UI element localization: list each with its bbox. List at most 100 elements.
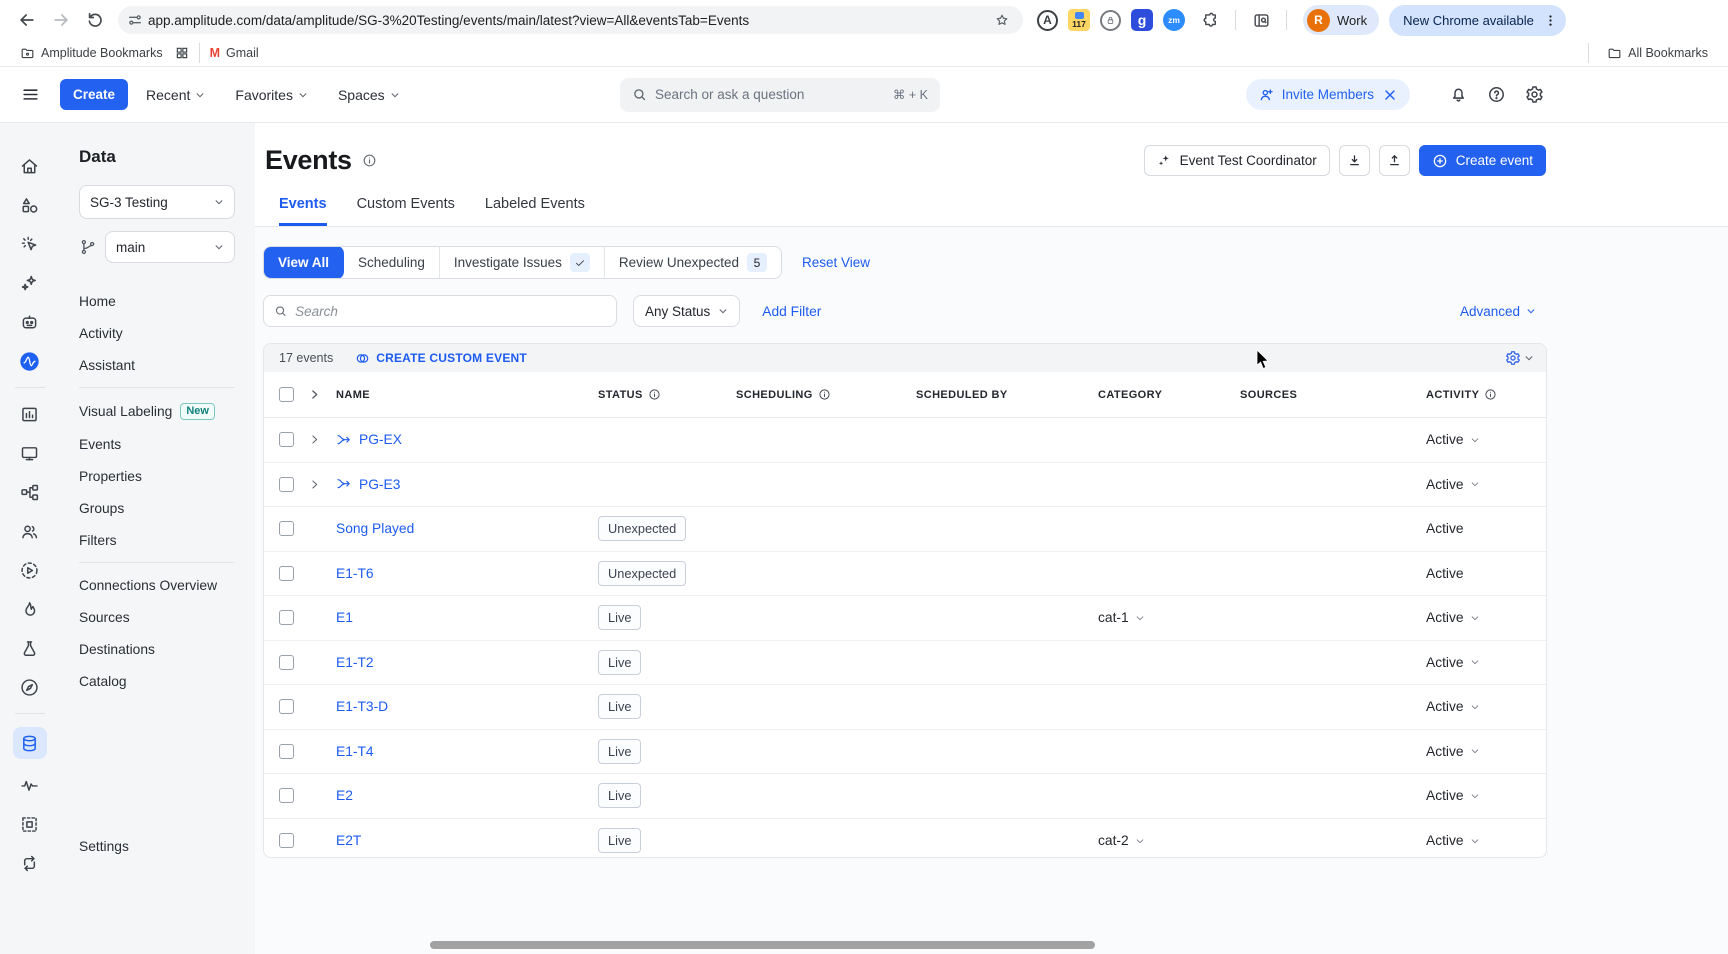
column-header-status[interactable]: STATUS — [598, 388, 736, 401]
sidebar-item-filters[interactable]: Filters — [79, 524, 255, 556]
flask-icon[interactable] — [13, 635, 47, 661]
view-segment-view-all[interactable]: View All — [263, 246, 345, 279]
tab-search-icon[interactable] — [1250, 9, 1272, 31]
sparkles-icon[interactable] — [13, 270, 47, 296]
chart-bars-icon[interactable] — [13, 401, 47, 427]
row-checkbox[interactable] — [279, 432, 294, 447]
status-filter-select[interactable]: Any Status — [633, 295, 740, 327]
bookmark-gmail[interactable]: M Gmail — [204, 44, 265, 62]
activity-cell[interactable]: Active — [1426, 788, 1546, 803]
horizontal-scrollbar-thumb[interactable] — [430, 941, 1095, 949]
event-name-link[interactable]: E1-T2 — [336, 655, 374, 670]
amplitude-logo-icon[interactable] — [13, 348, 47, 374]
event-test-coordinator-button[interactable]: Event Test Coordinator — [1144, 145, 1330, 176]
expand-row-icon[interactable] — [308, 478, 336, 491]
sidebar-item-settings[interactable]: Settings — [79, 839, 129, 854]
close-icon[interactable] — [1382, 87, 1398, 103]
hamburger-menu-icon[interactable] — [16, 81, 44, 109]
row-checkbox[interactable] — [279, 699, 294, 714]
expand-row-icon[interactable] — [308, 433, 336, 446]
column-header-sources[interactable]: SOURCES — [1240, 389, 1426, 401]
adblock-badge-extension-icon[interactable]: 117 — [1068, 9, 1090, 31]
upload-button[interactable] — [1379, 145, 1410, 176]
people-icon[interactable] — [13, 518, 47, 544]
sidebar-item-home[interactable]: Home — [79, 285, 255, 317]
sidebar-item-visual-labeling[interactable]: Visual LabelingNew — [79, 394, 255, 428]
swap-icon[interactable] — [13, 850, 47, 876]
apps-grid-icon[interactable] — [169, 44, 195, 62]
column-header-category[interactable]: CATEGORY — [1098, 389, 1240, 401]
download-button[interactable] — [1339, 145, 1370, 176]
reload-icon[interactable] — [78, 3, 112, 37]
event-name-link[interactable]: E1-T4 — [336, 744, 374, 759]
settings-gear-icon[interactable] — [1522, 83, 1546, 107]
row-checkbox[interactable] — [279, 788, 294, 803]
sidebar-item-activity[interactable]: Activity — [79, 317, 255, 349]
tab-labeled-events[interactable]: Labeled Events — [485, 196, 585, 226]
sidebar-item-properties[interactable]: Properties — [79, 460, 255, 492]
activity-cell[interactable]: Active — [1426, 833, 1546, 848]
activity-cell[interactable]: Active — [1426, 744, 1546, 759]
event-name-link[interactable]: PG-E3 — [359, 477, 400, 492]
chrome-update-pill[interactable]: New Chrome available — [1389, 5, 1566, 36]
dashed-frame-icon[interactable] — [13, 811, 47, 837]
waveform-icon[interactable] — [13, 772, 47, 798]
activity-cell[interactable]: Active — [1426, 699, 1546, 714]
row-checkbox[interactable] — [279, 744, 294, 759]
column-header-activity[interactable]: ACTIVITY — [1426, 388, 1546, 401]
recent-menu[interactable]: Recent — [146, 87, 205, 103]
view-segment-investigate-issues[interactable]: Investigate Issues — [440, 247, 605, 278]
invite-members-pill[interactable]: Invite Members — [1246, 79, 1410, 110]
category-cell[interactable]: cat-1 — [1098, 610, 1240, 625]
info-icon[interactable] — [818, 388, 831, 401]
row-checkbox[interactable] — [279, 610, 294, 625]
zoom-extension-icon[interactable]: zm — [1163, 9, 1185, 31]
event-name-link[interactable]: E2T — [336, 833, 361, 848]
sidebar-item-assistant[interactable]: Assistant — [79, 349, 255, 381]
password-lock-extension-icon[interactable] — [1100, 10, 1121, 31]
circle-a-extension-icon[interactable]: A — [1037, 10, 1058, 31]
tab-events[interactable]: Events — [279, 196, 327, 226]
branch-select[interactable]: main — [105, 231, 235, 263]
view-segment-review-unexpected[interactable]: Review Unexpected5 — [605, 247, 781, 278]
reset-view-link[interactable]: Reset View — [802, 255, 870, 270]
activity-cell[interactable]: Active — [1426, 477, 1546, 492]
back-icon[interactable] — [10, 3, 44, 37]
profile-chip[interactable]: R Work — [1303, 5, 1379, 35]
global-search[interactable]: Search or ask a question ⌘ + K — [620, 78, 940, 112]
all-bookmarks[interactable]: All Bookmarks — [1601, 44, 1714, 63]
bookmark-folder[interactable]: Amplitude Bookmarks — [14, 44, 169, 63]
activity-cell[interactable]: Active — [1426, 610, 1546, 625]
extensions-puzzle-icon[interactable] — [1199, 9, 1221, 31]
expand-all-icon[interactable] — [308, 388, 336, 401]
activity-cell[interactable]: Active — [1426, 655, 1546, 670]
sidebar-item-connections-overview[interactable]: Connections Overview — [79, 569, 255, 601]
row-checkbox[interactable] — [279, 566, 294, 581]
flame-icon[interactable] — [13, 596, 47, 622]
sidebar-item-events[interactable]: Events — [79, 428, 255, 460]
shapes-icon[interactable] — [13, 192, 47, 218]
event-name-link[interactable]: PG-EX — [359, 432, 402, 447]
category-cell[interactable]: cat-2 — [1098, 833, 1240, 848]
robot-icon[interactable] — [13, 309, 47, 335]
create-custom-event-button[interactable]: CREATE CUSTOM EVENT — [355, 351, 527, 366]
activity-cell[interactable]: Active — [1426, 432, 1546, 447]
notifications-bell-icon[interactable] — [1446, 83, 1470, 107]
grammarly-extension-icon[interactable]: g — [1131, 9, 1153, 31]
select-all-checkbox[interactable] — [279, 387, 294, 402]
advanced-link[interactable]: Advanced — [1460, 304, 1536, 319]
project-select[interactable]: SG-3 Testing — [79, 185, 235, 219]
monitor-icon[interactable] — [13, 440, 47, 466]
column-header-name[interactable]: NAME — [336, 389, 598, 401]
table-search[interactable] — [263, 295, 617, 327]
kebab-menu-icon[interactable] — [1542, 11, 1560, 29]
create-event-button[interactable]: Create event — [1419, 145, 1546, 176]
bookmark-star-icon[interactable] — [989, 7, 1015, 33]
tab-custom-events[interactable]: Custom Events — [357, 196, 455, 226]
info-icon[interactable] — [648, 388, 661, 401]
forward-icon[interactable] — [44, 3, 78, 37]
compass-icon[interactable] — [13, 674, 47, 700]
play-circle-icon[interactable] — [13, 557, 47, 583]
event-name-link[interactable]: E1 — [336, 610, 353, 625]
column-header-scheduled-by[interactable]: SCHEDULED BY — [916, 389, 1098, 401]
